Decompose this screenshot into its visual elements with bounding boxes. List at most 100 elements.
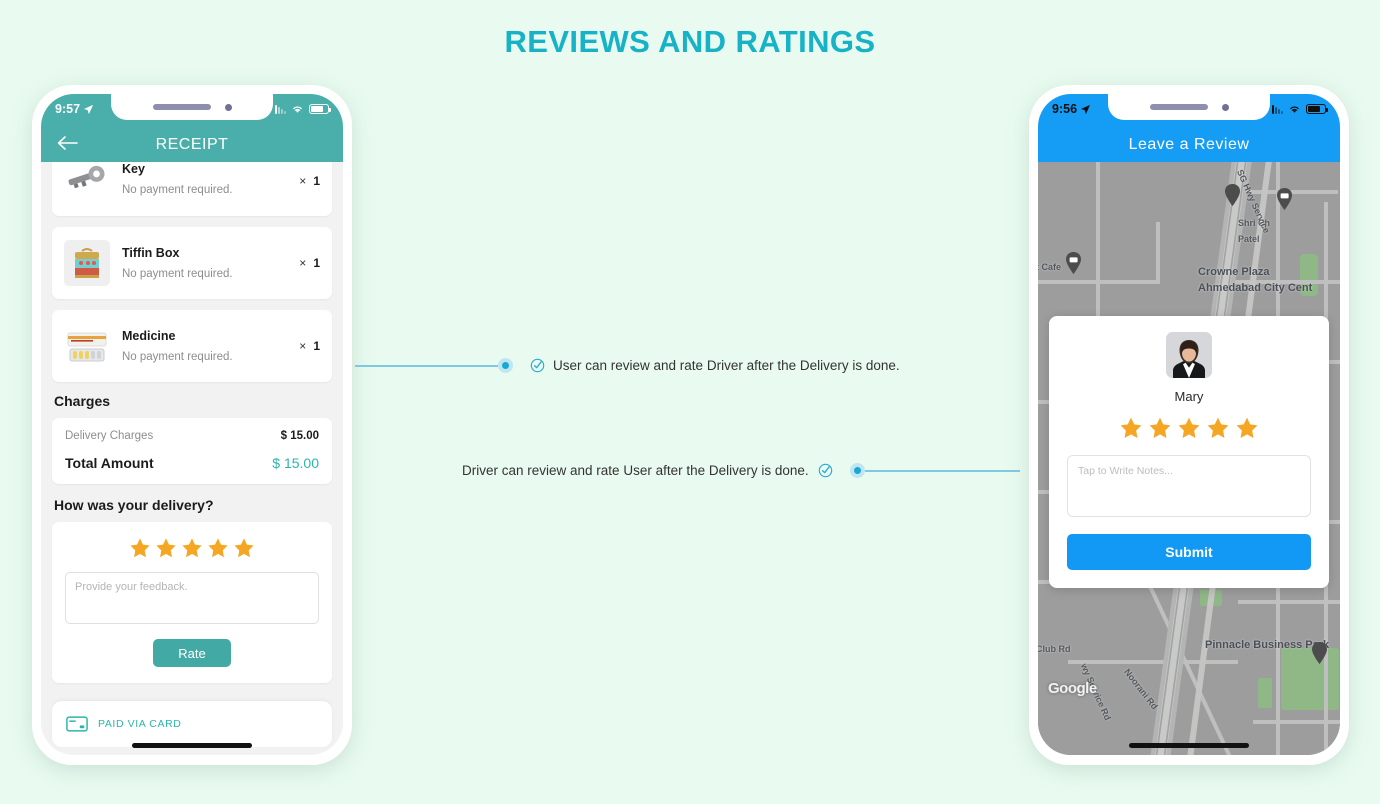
phone-mockup-left: 9:57 RECEIPT Key No payment required. × …	[32, 85, 352, 765]
rate-button[interactable]: Rate	[153, 639, 231, 667]
phone-left-screen: 9:57 RECEIPT Key No payment required. × …	[41, 94, 343, 755]
signal-bars-icon	[275, 104, 286, 114]
multiply-icon: ×	[299, 339, 307, 353]
item-qty-value: 1	[313, 174, 320, 188]
star-rating-right[interactable]	[1067, 415, 1311, 441]
item-name: Medicine	[122, 329, 176, 343]
receipt-scroll-area[interactable]: Key No payment required. × 1 Tiffin Box …	[41, 162, 343, 755]
map-pin-icon	[1277, 188, 1292, 210]
phone-notch	[111, 94, 273, 120]
appbar-title-left: RECEIPT	[155, 136, 229, 153]
google-watermark: Google	[1048, 680, 1097, 697]
item-subtitle: No payment required.	[122, 351, 233, 363]
navigation-arrow-icon	[1080, 104, 1091, 114]
phone-right-screen: 9:56 Leave a Review Shri Ch Patel Crowne…	[1038, 94, 1340, 755]
delivery-rating-heading: How was your delivery?	[54, 497, 214, 513]
front-camera-icon	[1221, 103, 1229, 111]
status-time-group: 9:57	[55, 102, 94, 116]
callout-user-reviews-driver: User can review and rate Driver after th…	[355, 358, 900, 373]
notes-input[interactable]: Tap to Write Notes...	[1067, 455, 1311, 517]
status-icons-group	[275, 104, 332, 114]
home-indicator	[132, 743, 252, 748]
map-pin-icon	[1066, 252, 1081, 274]
star-icon[interactable]	[232, 536, 256, 560]
star-icon[interactable]	[1234, 415, 1260, 441]
charges-card: Delivery Charges $ 15.00 Total Amount $ …	[52, 418, 332, 484]
multiply-icon: ×	[299, 256, 307, 270]
status-icons-group	[1272, 104, 1329, 114]
callout-bullet-dot	[498, 358, 513, 373]
charge-value: $ 15.00	[280, 430, 319, 442]
check-circle-icon	[530, 358, 545, 373]
map-label: Patel	[1238, 234, 1260, 244]
item-name: Tiffin Box	[122, 246, 180, 260]
charge-row-delivery: Delivery Charges $ 15.00	[65, 430, 319, 442]
payment-status-label: PAID VIA CARD	[98, 718, 182, 730]
status-time: 9:56	[1052, 102, 1078, 116]
back-arrow-icon[interactable]	[55, 132, 81, 154]
star-icon[interactable]	[1147, 415, 1173, 441]
feedback-input[interactable]: Provide your feedback.	[65, 572, 319, 624]
charge-label: Delivery Charges	[65, 430, 154, 442]
map-pin-icon	[1225, 184, 1240, 206]
table-row[interactable]: Tiffin Box No payment required. × 1	[52, 227, 332, 299]
item-quantity: × 1	[299, 339, 320, 353]
star-icon[interactable]	[128, 536, 152, 560]
map-label: Crowne Plaza	[1198, 266, 1270, 278]
item-info: Medicine No payment required.	[110, 329, 299, 363]
check-circle-icon	[818, 463, 832, 478]
star-icon[interactable]	[1118, 415, 1144, 441]
star-rating-left[interactable]	[65, 536, 319, 560]
charge-row-total: Total Amount $ 15.00	[65, 455, 319, 471]
callout-connector-line	[355, 364, 498, 367]
item-thumbnail	[64, 162, 110, 200]
status-time-group: 9:56	[1052, 102, 1091, 116]
callout-connector-line	[864, 469, 1020, 472]
submit-button[interactable]: Submit	[1067, 534, 1311, 570]
map-pin-icon	[1312, 642, 1327, 664]
item-subtitle: No payment required.	[122, 184, 233, 196]
star-icon[interactable]	[206, 536, 230, 560]
page-root: REVIEWS AND RATINGS 9:57 RECEIPT Key No …	[0, 0, 1380, 804]
callout-bullet-dot	[849, 463, 865, 478]
delivery-rating-card: Provide your feedback. Rate	[52, 522, 332, 683]
signal-bars-icon	[1272, 104, 1283, 114]
star-icon[interactable]	[154, 536, 178, 560]
speaker-grille-icon	[1149, 104, 1208, 110]
front-camera-icon	[224, 103, 232, 111]
item-subtitle: No payment required.	[122, 268, 233, 280]
wifi-icon	[293, 106, 302, 113]
item-thumbnail	[64, 323, 110, 369]
item-quantity: × 1	[299, 256, 320, 270]
callout-text: User can review and rate Driver after th…	[553, 358, 900, 373]
item-qty-value: 1	[313, 339, 320, 353]
avatar	[1166, 332, 1212, 378]
star-icon[interactable]	[180, 536, 204, 560]
table-row[interactable]: Medicine No payment required. × 1	[52, 310, 332, 382]
phone-mockup-right: 9:56 Leave a Review Shri Ch Patel Crowne…	[1029, 85, 1349, 765]
map-label: Ahmedabad City Cent	[1198, 282, 1313, 294]
star-icon[interactable]	[1205, 415, 1231, 441]
phone-notch	[1108, 94, 1270, 120]
home-indicator	[1129, 743, 1249, 748]
map-label: Club Rd	[1038, 644, 1071, 654]
battery-icon	[309, 104, 332, 114]
map-label: t Cafe	[1038, 262, 1062, 272]
item-name: Key	[122, 162, 145, 176]
item-qty-value: 1	[313, 256, 320, 270]
star-icon[interactable]	[1176, 415, 1202, 441]
appbar-title-right: Leave a Review	[1128, 136, 1250, 153]
callout-text: Driver can review and rate User after th…	[462, 463, 809, 478]
reviewer-name: Mary	[1174, 389, 1204, 404]
battery-icon	[1306, 104, 1329, 114]
table-row[interactable]: Key No payment required. × 1	[52, 162, 332, 216]
multiply-icon: ×	[299, 174, 307, 188]
callout-driver-reviews-user: Driver can review and rate User after th…	[462, 463, 1020, 478]
total-label: Total Amount	[65, 455, 154, 471]
credit-card-icon	[66, 716, 88, 732]
payment-status-bar: PAID VIA CARD	[52, 701, 332, 747]
leave-review-card: Mary Tap to Write Notes... Submit	[1049, 316, 1329, 588]
item-info: Key No payment required.	[110, 162, 299, 196]
total-value: $ 15.00	[272, 455, 319, 471]
status-time: 9:57	[55, 102, 81, 116]
